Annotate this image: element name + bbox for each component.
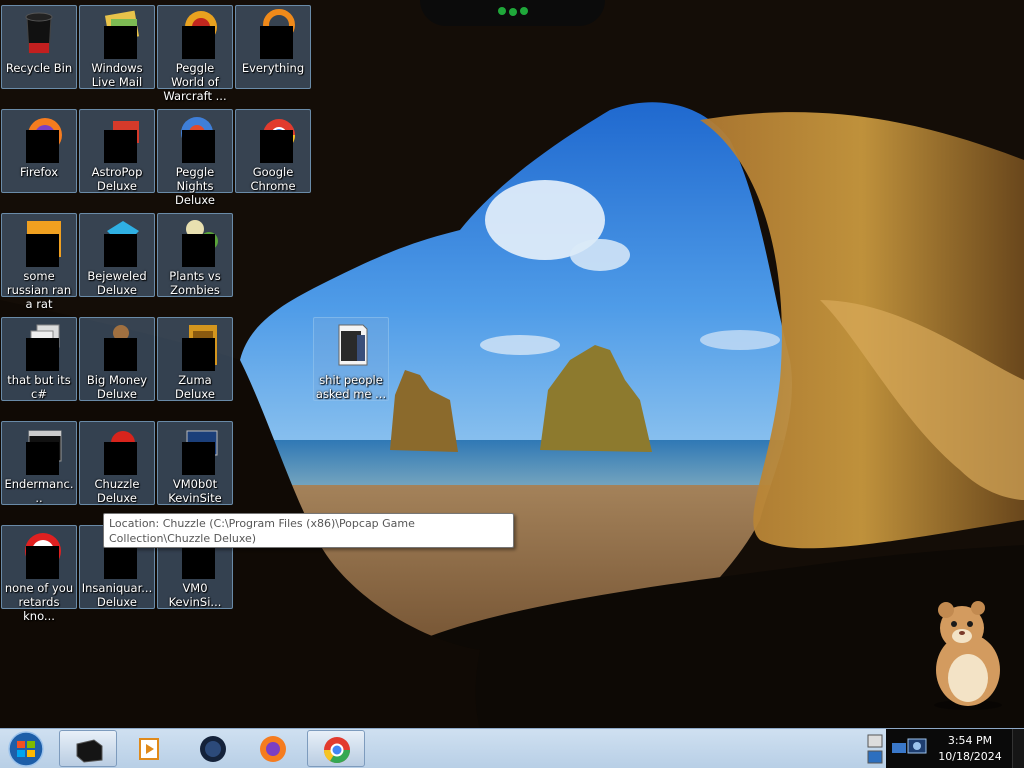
astropop-icon xyxy=(93,113,141,163)
desktop-icon-label: Recycle Bin xyxy=(5,61,73,75)
chuzzle-icon xyxy=(93,425,141,475)
stacked-windows-icon xyxy=(15,321,63,371)
network-icon[interactable] xyxy=(890,737,930,761)
desktop-icon-label: VM0 KevinSi... xyxy=(168,581,222,609)
desktop-icon-firefox[interactable]: Firefox xyxy=(1,109,77,193)
desktop-icon-label: Peggle Nights Deluxe xyxy=(175,165,215,207)
clock-date: 10/18/2024 xyxy=(938,750,1002,763)
windows-live-mail-icon xyxy=(93,9,141,59)
desktop-icon-label: Peggle World of Warcraft ... xyxy=(163,61,227,103)
dark-globe-icon xyxy=(200,736,226,762)
big-money-icon xyxy=(93,321,141,371)
hamster-desktop-pet[interactable] xyxy=(918,600,1018,710)
bejeweled-icon xyxy=(93,217,141,267)
chrome-icon xyxy=(249,113,297,163)
desktop-icon-label: Google Chrome xyxy=(250,165,296,193)
taskbar-button-firefox[interactable] xyxy=(244,730,302,767)
desktop-icon-bejeweled[interactable]: Bejeweled Deluxe xyxy=(79,213,155,297)
desktop-icon-label: Zuma Deluxe xyxy=(175,373,215,401)
plants-vs-zombies-icon xyxy=(171,217,219,267)
recycle-bin-icon xyxy=(15,9,63,57)
desktop-icon-peggle-wow[interactable]: Peggle World of Warcraft ... xyxy=(157,5,233,103)
zuma-icon xyxy=(171,321,219,371)
desktop-icon-label: Big Money Deluxe xyxy=(86,373,148,401)
desktop-icon-label: VM0b0t KevinSite xyxy=(168,477,222,505)
start-button[interactable] xyxy=(6,731,46,767)
desktop-icon-label: shit people asked me ... xyxy=(315,373,387,401)
desktop-icon-big-money[interactable]: Big Money Deluxe xyxy=(79,317,155,401)
desktop-icon-recycle-bin[interactable]: Recycle Bin xyxy=(1,5,77,89)
taskbar-button-chrome[interactable] xyxy=(307,730,365,767)
desktop-icon-endermanch[interactable]: Endermanc... xyxy=(1,421,77,505)
desktop-icon-peggle-nights[interactable]: Peggle Nights Deluxe xyxy=(157,109,233,207)
dock-grip-icon[interactable] xyxy=(496,5,530,17)
desktop-icon-label: Firefox xyxy=(19,165,59,179)
desktop-icon-vm0b0t-kevinsite[interactable]: VM0b0t KevinSite xyxy=(157,421,233,505)
red-circle-icon xyxy=(15,529,63,579)
desktop-icon-chuzzle[interactable]: Chuzzle Deluxe xyxy=(79,421,155,505)
folder-icon xyxy=(327,321,375,369)
desktop-icon-label: AstroPop Deluxe xyxy=(91,165,143,193)
desktop-icon-zuma[interactable]: Zuma Deluxe xyxy=(157,317,233,401)
desktop-icon-google-chrome[interactable]: Google Chrome xyxy=(235,109,311,193)
black-window-icon xyxy=(76,739,103,763)
desktop-icon-windows-live-mail[interactable]: Windows Live Mail xyxy=(79,5,155,89)
tooltip-text: Location: Chuzzle (C:\Program Files (x86… xyxy=(109,517,415,545)
desktop-icon-label: Windows Live Mail xyxy=(91,61,143,89)
desktop-icon-label: Everything xyxy=(241,61,305,75)
desktop-icon-label: Endermanc... xyxy=(4,477,74,505)
icon-location-tooltip: Location: Chuzzle (C:\Program Files (x86… xyxy=(103,513,514,548)
desktop-icon-none-of-you[interactable]: none of you retards kno... xyxy=(1,525,77,623)
terminal-window-icon xyxy=(15,425,63,475)
taskbar: 3:54 PM 10/18/2024 xyxy=(0,728,1024,768)
taskbar-button-media-player[interactable] xyxy=(120,730,178,767)
taskbar-button-terminal[interactable] xyxy=(59,730,117,767)
clock-time: 3:54 PM xyxy=(947,734,993,747)
firefox-icon xyxy=(15,113,63,163)
show-desktop-button[interactable] xyxy=(1012,729,1024,768)
desktop-icon-some-russian-ran-a-rat[interactable]: e some russian ran a rat xyxy=(1,213,77,311)
monitor-icon xyxy=(171,425,219,475)
desktop-icon-everything[interactable]: Everything xyxy=(235,5,311,89)
desktop-icon-label: Plants vs Zombies xyxy=(169,269,221,297)
everything-search-icon xyxy=(249,9,297,59)
desktop-icon-folder[interactable]: shit people asked me ... xyxy=(313,317,389,401)
taskbar-button-globe[interactable] xyxy=(184,730,242,767)
desktop-icon-label: some russian ran a rat xyxy=(6,269,72,311)
tray-overflow-icon[interactable] xyxy=(866,733,884,765)
desktop-icon-plants-vs-zombies[interactable]: Plants vs Zombies xyxy=(157,213,233,297)
peggle-nights-icon xyxy=(171,113,219,163)
media-player-icon xyxy=(139,738,159,760)
desktop-icon-label: that but its c# xyxy=(7,373,71,401)
desktop-icon-label: Bejeweled Deluxe xyxy=(87,269,147,297)
desktop-icon-label: none of you retards kno... xyxy=(4,581,74,623)
desktop-icon-label: Insaniquar... Deluxe xyxy=(81,581,153,609)
firefox-icon xyxy=(260,736,286,762)
taskbar-clock[interactable]: 3:54 PM 10/18/2024 xyxy=(936,733,1004,765)
system-tray: 3:54 PM 10/18/2024 xyxy=(864,729,1024,768)
file-icon: e xyxy=(15,217,63,267)
chrome-icon xyxy=(323,737,351,764)
peggle-wow-icon xyxy=(171,9,219,59)
desktop-icon-astropop[interactable]: AstroPop Deluxe xyxy=(79,109,155,193)
desktop-icon-that-but-its-csharp[interactable]: that but its c# xyxy=(1,317,77,401)
desktop-icon-label: Chuzzle Deluxe xyxy=(94,477,140,505)
